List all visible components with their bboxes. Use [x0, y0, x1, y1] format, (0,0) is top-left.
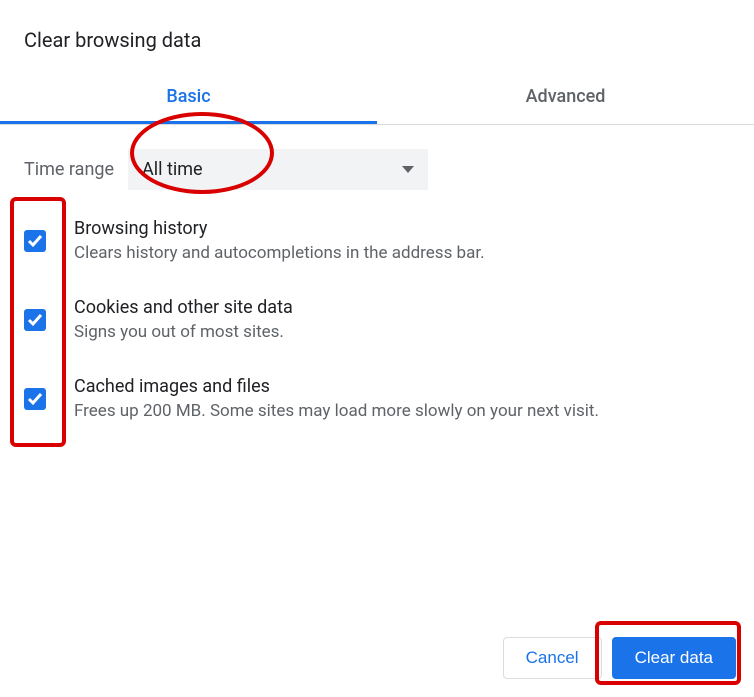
tabs: Basic Advanced: [0, 72, 754, 125]
time-range-selected: All time: [142, 159, 203, 180]
check-icon: [27, 233, 43, 249]
time-range-label: Time range: [24, 159, 114, 180]
option-title: Cached images and files: [74, 376, 730, 397]
clear-browsing-dialog: Clear browsing data Basic Advanced Time …: [0, 0, 754, 421]
time-range-row: Time range All time: [24, 149, 730, 190]
tab-advanced[interactable]: Advanced: [377, 72, 754, 124]
option-browsing-history: Browsing history Clears history and auto…: [24, 218, 730, 263]
clear-data-button[interactable]: Clear data: [612, 637, 736, 679]
option-cached: Cached images and files Frees up 200 MB.…: [24, 376, 730, 421]
option-desc: Frees up 200 MB. Some sites may load mor…: [74, 401, 730, 421]
checkbox-browsing-history[interactable]: [24, 230, 46, 252]
dialog-title: Clear browsing data: [0, 20, 754, 72]
dialog-footer: Cancel Clear data: [503, 637, 736, 679]
option-cookies: Cookies and other site data Signs you ou…: [24, 297, 730, 342]
option-desc: Signs you out of most sites.: [74, 322, 730, 342]
check-icon: [27, 391, 43, 407]
chevron-down-icon: [402, 166, 414, 173]
checkbox-cached[interactable]: [24, 388, 46, 410]
option-text: Cookies and other site data Signs you ou…: [74, 297, 730, 342]
dialog-content: Time range All time Browsing history Cle…: [0, 125, 754, 421]
check-icon: [27, 312, 43, 328]
option-desc: Clears history and autocompletions in th…: [74, 243, 730, 263]
option-title: Browsing history: [74, 218, 730, 239]
time-range-dropdown[interactable]: All time: [128, 149, 428, 190]
checkbox-cookies[interactable]: [24, 309, 46, 331]
option-title: Cookies and other site data: [74, 297, 730, 318]
cancel-button[interactable]: Cancel: [503, 637, 602, 679]
option-text: Browsing history Clears history and auto…: [74, 218, 730, 263]
tab-basic[interactable]: Basic: [0, 72, 377, 124]
option-text: Cached images and files Frees up 200 MB.…: [74, 376, 730, 421]
